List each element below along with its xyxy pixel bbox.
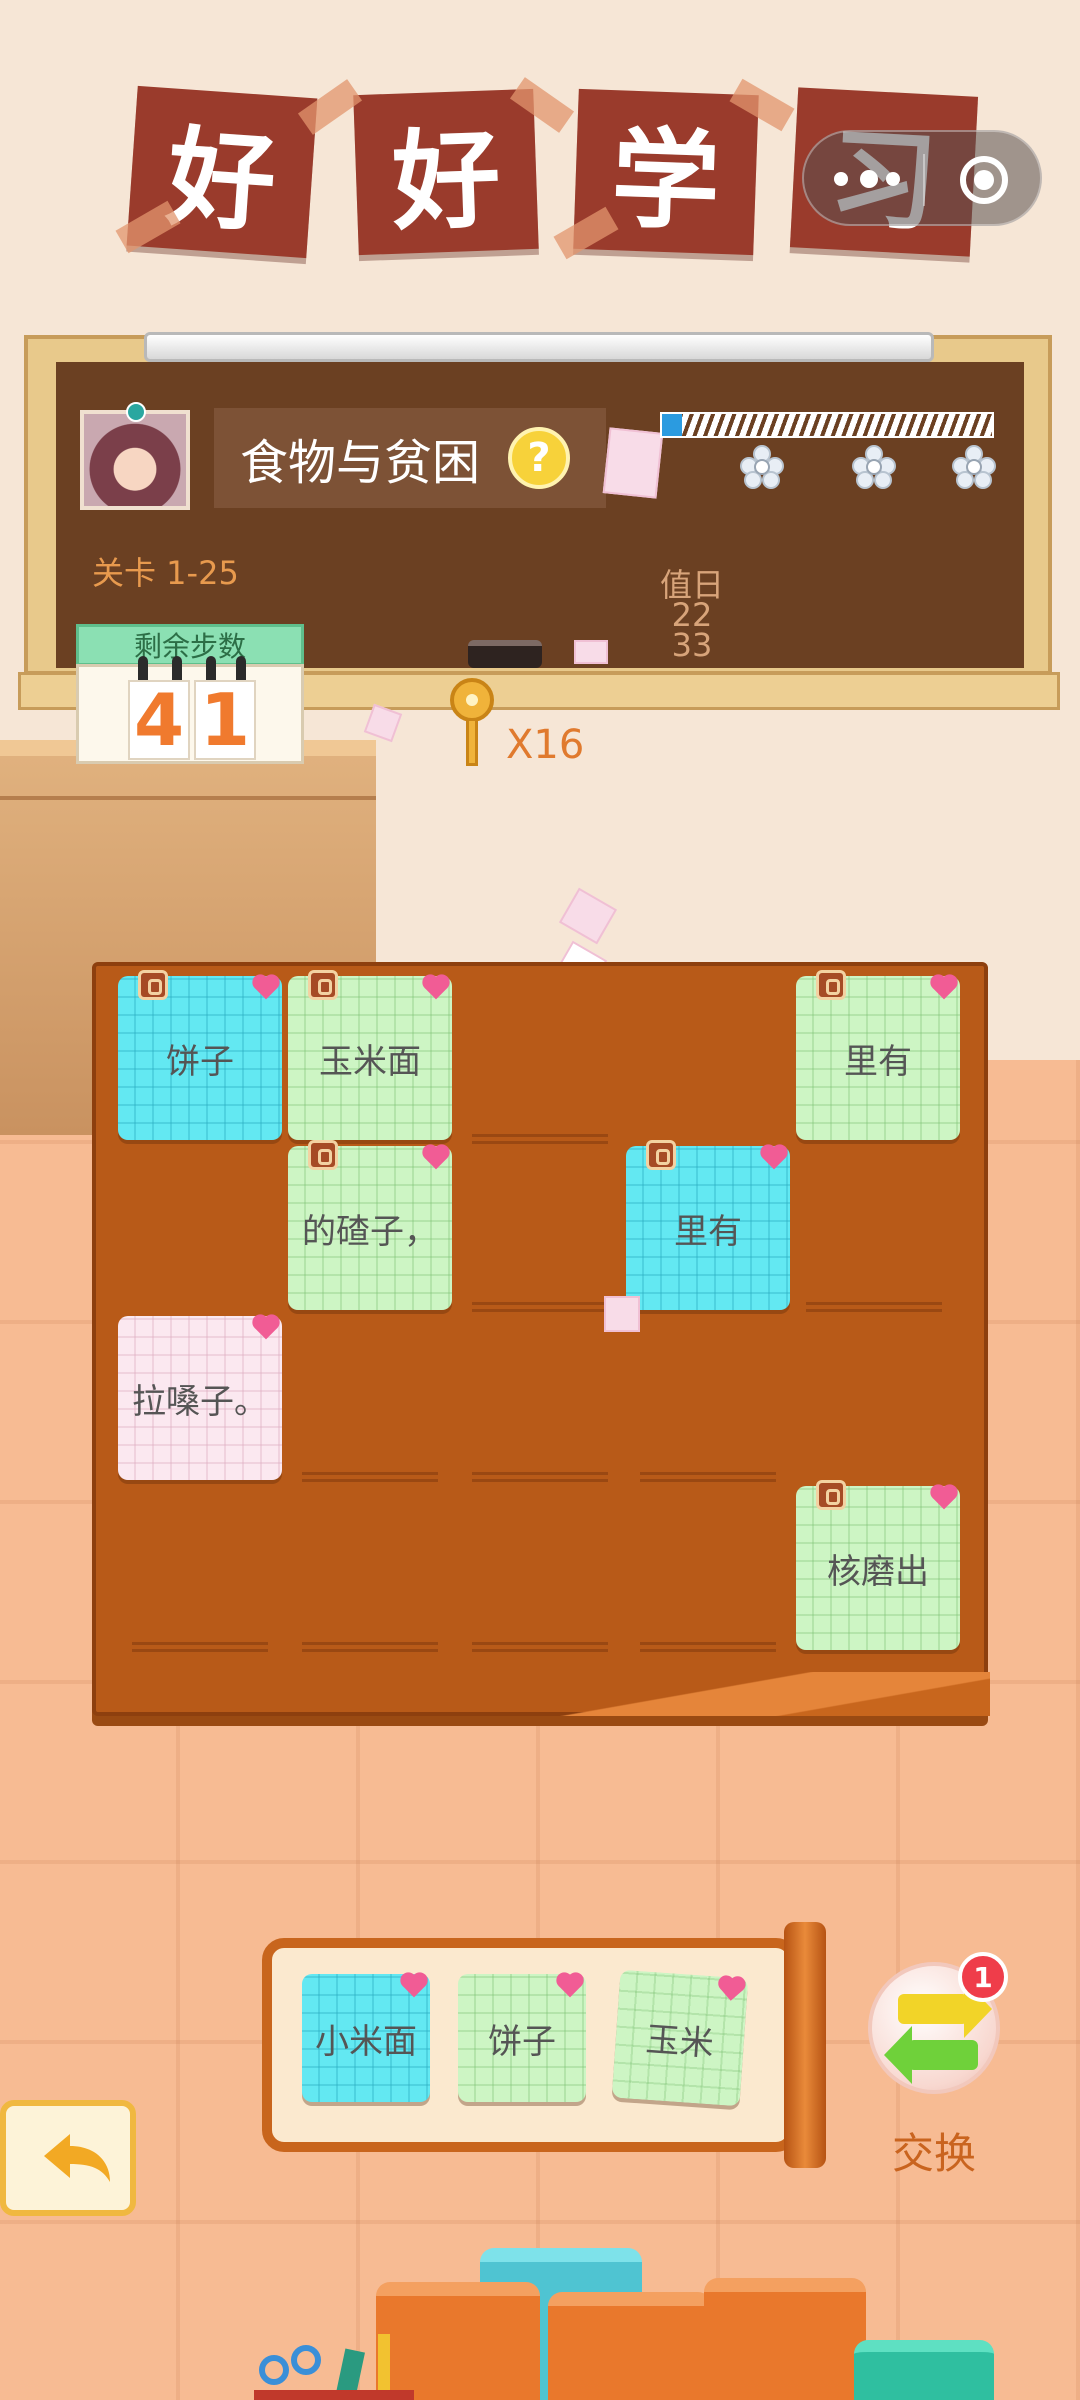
title-tile-2: 好 xyxy=(353,88,539,256)
lock-icon xyxy=(138,970,168,1000)
heart-icon xyxy=(424,1146,448,1170)
capsule-divider xyxy=(923,154,925,206)
heart-icon xyxy=(932,1486,956,1510)
flower-star-icon xyxy=(740,445,784,489)
topic-title: 食物与贫困 xyxy=(240,435,481,491)
word-card-text: 玉米面 xyxy=(319,1041,421,1082)
more-menu-icon[interactable] xyxy=(834,170,904,188)
word-card-text: 里有 xyxy=(674,1211,742,1252)
heart-icon xyxy=(720,1978,743,2001)
tray-card[interactable]: 玉米 xyxy=(611,1969,749,2107)
word-card-text: 里有 xyxy=(844,1041,912,1082)
chalk-duty-note: 值日 22 33 xyxy=(660,566,725,664)
empty-slot xyxy=(472,1472,608,1482)
tray-roller xyxy=(784,1922,826,2168)
empty-slot xyxy=(640,1642,776,1652)
empty-slot xyxy=(640,1472,776,1482)
key-icon xyxy=(450,678,494,768)
back-button[interactable] xyxy=(0,2100,136,2216)
arrow-left-icon xyxy=(884,2026,978,2084)
close-target-icon[interactable] xyxy=(960,156,1008,204)
word-card[interactable]: 拉嗓子。 xyxy=(118,1316,282,1480)
empty-slot xyxy=(132,1642,268,1652)
key-count: X16 xyxy=(506,722,585,768)
level-progress-bar xyxy=(660,412,994,438)
word-card-text: 的碴子， xyxy=(302,1211,438,1252)
word-card[interactable]: 饼子 xyxy=(118,970,282,1140)
arrow-right-icon xyxy=(898,1980,992,2038)
sticky-note-decor xyxy=(602,427,664,499)
lock-icon xyxy=(816,970,846,1000)
empty-slot xyxy=(472,1134,608,1144)
chalk-decor xyxy=(574,640,608,664)
level-label: 关卡 1-25 xyxy=(92,554,239,592)
tray-card-text: 玉米 xyxy=(644,2019,716,2064)
flower-star-icon xyxy=(852,445,896,489)
tray-card[interactable]: 小米面 xyxy=(302,1974,430,2102)
lock-icon xyxy=(308,1140,338,1170)
board-curl xyxy=(520,1672,990,1716)
paper-confetti xyxy=(604,1296,640,1332)
heart-icon xyxy=(424,976,448,1000)
word-card[interactable]: 的碴子， xyxy=(288,1140,452,1310)
pencil-cup-icon xyxy=(254,2334,414,2400)
stacked-block xyxy=(854,2340,994,2400)
heart-icon xyxy=(402,1974,426,1998)
heart-icon xyxy=(932,976,956,1000)
eraser xyxy=(468,640,542,668)
question-mark-icon[interactable]: ? xyxy=(508,427,570,489)
heart-icon xyxy=(558,1974,582,1998)
empty-slot xyxy=(806,1302,942,1312)
lock-icon xyxy=(308,970,338,1000)
progress-fill xyxy=(662,414,682,436)
heart-icon xyxy=(762,1146,786,1170)
word-card-text: 拉嗓子。 xyxy=(132,1381,268,1422)
card-tray: 小米面 饼子 玉米 xyxy=(262,1938,798,2152)
steps-digit-tens: 4 xyxy=(128,678,190,762)
lock-icon xyxy=(646,1140,676,1170)
undo-arrow-icon xyxy=(44,2134,110,2182)
tray-card-text: 饼子 xyxy=(488,2021,556,2062)
word-card[interactable]: 核磨出 xyxy=(796,1480,960,1650)
word-card-text: 核磨出 xyxy=(827,1551,929,1592)
tray-card[interactable]: 饼子 xyxy=(458,1974,586,2102)
chalkboard-rail xyxy=(144,332,934,362)
stacked-block xyxy=(704,2278,866,2400)
flower-star-icon xyxy=(952,445,996,489)
heart-icon xyxy=(254,976,278,1000)
empty-slot xyxy=(472,1302,608,1312)
steps-counter xyxy=(76,664,304,764)
lock-icon xyxy=(816,1480,846,1510)
word-card[interactable]: 里有 xyxy=(626,1140,790,1310)
chalk-note-text: 值日 22 33 xyxy=(660,566,725,664)
steps-remaining-label: 剩余步数 xyxy=(76,624,304,666)
empty-slot xyxy=(302,1472,438,1482)
heart-icon xyxy=(254,1316,278,1340)
empty-slot xyxy=(472,1642,608,1652)
swap-label: 交换 xyxy=(891,2129,976,2178)
swap-count-badge: 1 xyxy=(958,1952,1008,2002)
steps-digit-ones: 1 xyxy=(194,678,256,762)
player-avatar[interactable] xyxy=(80,410,190,510)
word-card[interactable]: 里有 xyxy=(796,970,960,1140)
empty-slot xyxy=(302,1642,438,1652)
stacked-block xyxy=(548,2292,712,2400)
word-card[interactable]: 玉米面 xyxy=(288,970,452,1140)
tray-card-text: 小米面 xyxy=(315,2021,417,2062)
word-card-text: 饼子 xyxy=(166,1041,234,1082)
mini-program-capsule xyxy=(802,130,1042,226)
pin-icon xyxy=(126,402,146,422)
